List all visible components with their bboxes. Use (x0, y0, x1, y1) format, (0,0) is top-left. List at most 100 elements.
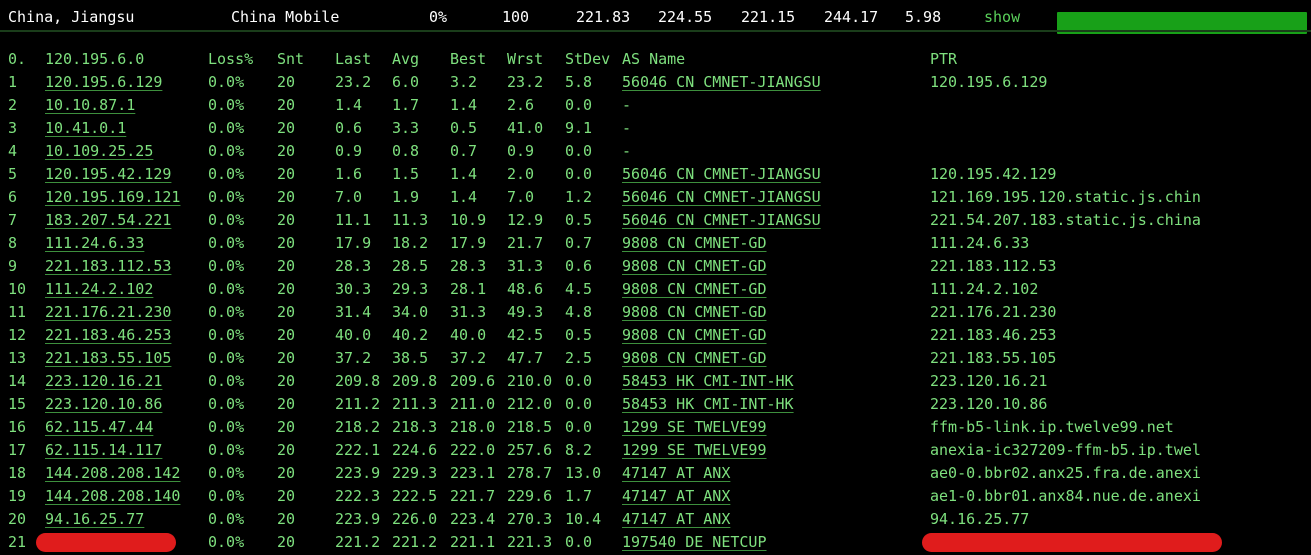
hop-loss: 0.0% (208, 487, 245, 505)
hop-wrst: 0.9 (507, 142, 535, 160)
summary-sent: 100 (502, 8, 530, 26)
hop-as[interactable]: 58453 HK CMI-INT-HK (622, 372, 794, 390)
hop-last: 0.9 (335, 142, 363, 160)
table-row: 14 223.120.16.21 0.0% 20 209.8 209.8 209.6 210.… (0, 370, 1311, 393)
hop-stdev: 1.7 (565, 487, 593, 505)
hop-loss: 0.0% (208, 303, 245, 321)
hop-last: 30.3 (335, 280, 372, 298)
hop-snt: 20 (277, 142, 296, 160)
header-idx: 0. (8, 50, 27, 68)
table-row: 9 221.183.112.53 0.0% 20 28.3 28.5 28.3 31.3 0.6… (0, 255, 1311, 278)
hop-best: 221.1 (450, 533, 496, 551)
hop-host[interactable]: 221.176.21.230 (45, 303, 171, 321)
hop-wrst: 218.5 (507, 418, 553, 436)
hop-as[interactable]: 9808 CN CMNET-GD (622, 303, 767, 321)
hop-host[interactable]: 111.24.6.33 (45, 234, 144, 252)
header-best: Best (450, 50, 487, 68)
hop-host[interactable]: 221.183.46.253 (45, 326, 171, 344)
hop-as[interactable]: 47147 AT ANX (622, 464, 730, 482)
hop-host[interactable]: 120.195.6.129 (45, 73, 162, 91)
hop-snt: 20 (277, 165, 296, 183)
header-avg: Avg (392, 50, 420, 68)
hop-best: 223.1 (450, 464, 496, 482)
hop-as[interactable]: 56046 CN CMNET-JIANGSU (622, 73, 821, 91)
table-row: 13 221.183.55.105 0.0% 20 37.2 38.5 37.2 47.7 2.… (0, 347, 1311, 370)
table-row: 10 111.24.2.102 0.0% 20 30.3 29.3 28.1 48.6 4.5 9… (0, 278, 1311, 301)
hop-host[interactable]: 223.120.16.21 (45, 372, 162, 390)
hop-idx: 1 (8, 73, 18, 91)
hop-as[interactable]: 197540 DE NETCUP (622, 533, 767, 551)
table-row: 3 10.41.0.1 0.0% 20 0.6 3.3 0.5 41.0 9.1 - (0, 117, 1311, 140)
hop-idx: 5 (8, 165, 18, 183)
hop-host[interactable]: 221.183.55.105 (45, 349, 171, 367)
hop-host[interactable]: 144.208.208.142 (45, 464, 180, 482)
hop-stdev: 0.5 (565, 211, 593, 229)
hop-host[interactable]: 144.208.208.140 (45, 487, 180, 505)
hop-idx: 20 (8, 510, 27, 528)
hop-idx: 4 (8, 142, 18, 160)
show-link[interactable]: show (984, 8, 1020, 26)
hop-idx: 12 (8, 326, 27, 344)
hop-last: 209.8 (335, 372, 381, 390)
hop-as[interactable]: 9808 CN CMNET-GD (622, 280, 767, 298)
hop-last: 222.1 (335, 441, 381, 459)
summary-isp: China Mobile (231, 8, 340, 26)
hop-host[interactable]: 120.195.42.129 (45, 165, 171, 183)
hop-as[interactable]: 1299 SE TWELVE99 (622, 441, 767, 459)
hop-as[interactable]: 1299 SE TWELVE99 (622, 418, 767, 436)
hop-as[interactable]: 56046 CN CMNET-JIANGSU (622, 211, 821, 229)
header-host[interactable]: 120.195.6.0 (45, 50, 144, 68)
hop-last: 221.2 (335, 533, 381, 551)
hop-as[interactable]: 9808 CN CMNET-GD (622, 326, 767, 344)
hop-avg: 11.3 (392, 211, 429, 229)
table-row: 6 120.195.169.121 0.0% 20 7.0 1.9 1.4 7.0 1.2 560… (0, 186, 1311, 209)
hop-best: 3.2 (450, 73, 478, 91)
summary-bar: China, Jiangsu China Mobile 0% 100 221.8… (0, 6, 1311, 34)
summary-best: 221.15 (741, 8, 796, 26)
hop-host[interactable]: 120.195.169.121 (45, 188, 180, 206)
hop-as[interactable]: 9808 CN CMNET-GD (622, 257, 767, 275)
hop-stdev: 10.4 (565, 510, 602, 528)
hop-as[interactable]: 56046 CN CMNET-JIANGSU (622, 188, 821, 206)
hop-idx: 3 (8, 119, 18, 137)
hop-host[interactable]: 223.120.10.86 (45, 395, 162, 413)
hop-stdev: 4.5 (565, 280, 593, 298)
hop-as[interactable]: 56046 CN CMNET-JIANGSU (622, 165, 821, 183)
hop-avg: 222.5 (392, 487, 438, 505)
header-last: Last (335, 50, 372, 68)
hop-idx: 13 (8, 349, 27, 367)
summary-wrst: 244.17 (824, 8, 879, 26)
hop-host[interactable]: 94.16.25.77 (45, 510, 144, 528)
hop-stdev: 5.8 (565, 73, 593, 91)
hop-as[interactable]: 9808 CN CMNET-GD (622, 349, 767, 367)
hop-last: 211.2 (335, 395, 381, 413)
hop-as[interactable]: 47147 AT ANX (622, 510, 730, 528)
hop-last: 11.1 (335, 211, 372, 229)
hop-last: 37.2 (335, 349, 372, 367)
hop-host[interactable]: 10.109.25.25 (45, 142, 153, 160)
hop-last: 218.2 (335, 418, 381, 436)
hop-stdev: 8.2 (565, 441, 593, 459)
hop-host[interactable]: 10.41.0.1 (45, 119, 126, 137)
hop-avg: 40.2 (392, 326, 429, 344)
hop-host[interactable]: 62.115.47.44 (45, 418, 153, 436)
hop-best: 28.1 (450, 280, 487, 298)
hop-last: 1.6 (335, 165, 363, 183)
hop-as[interactable]: 47147 AT ANX (622, 487, 730, 505)
hop-idx: 7 (8, 211, 18, 229)
hop-snt: 20 (277, 326, 296, 344)
hop-as[interactable]: 58453 HK CMI-INT-HK (622, 395, 794, 413)
hop-host[interactable]: 183.207.54.221 (45, 211, 171, 229)
hop-as[interactable]: 9808 CN CMNET-GD (622, 234, 767, 252)
hop-last: 17.9 (335, 234, 372, 252)
hop-best: 0.7 (450, 142, 478, 160)
table-row: 15 223.120.10.86 0.0% 20 211.2 211.3 211.0 212.… (0, 393, 1311, 416)
hop-host[interactable]: 221.183.112.53 (45, 257, 171, 275)
hop-loss: 0.0% (208, 418, 245, 436)
hop-host[interactable]: 62.115.14.117 (45, 441, 162, 459)
hop-avg: 226.0 (392, 510, 438, 528)
hop-best: 10.9 (450, 211, 487, 229)
hop-host[interactable]: 111.24.2.102 (45, 280, 153, 298)
hop-host[interactable]: 10.10.87.1 (45, 96, 135, 114)
hop-snt: 20 (277, 510, 296, 528)
